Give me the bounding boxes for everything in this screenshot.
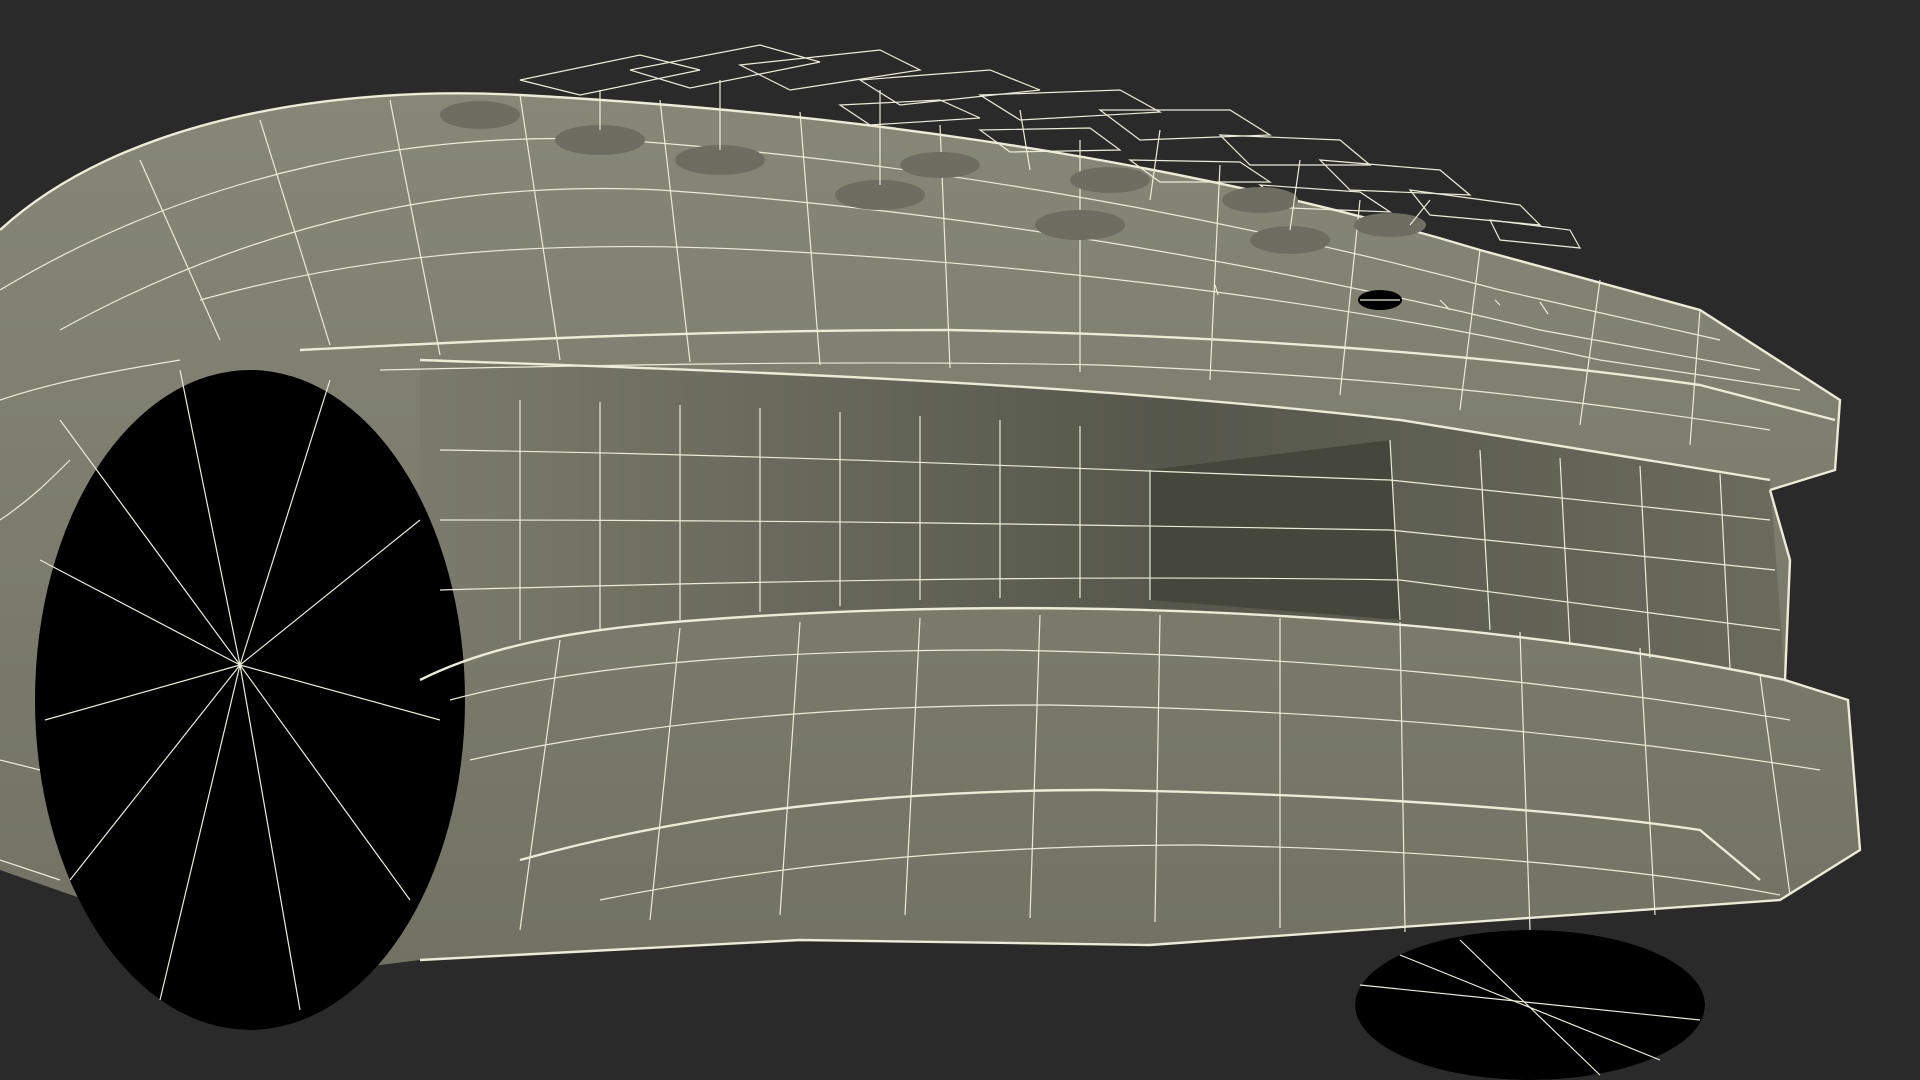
rear-left-wheel — [35, 369, 465, 1030]
3d-viewport[interactable] — [0, 0, 1920, 1080]
wireframe-render — [0, 0, 1920, 1080]
rear-right-wheel — [1355, 930, 1705, 1080]
